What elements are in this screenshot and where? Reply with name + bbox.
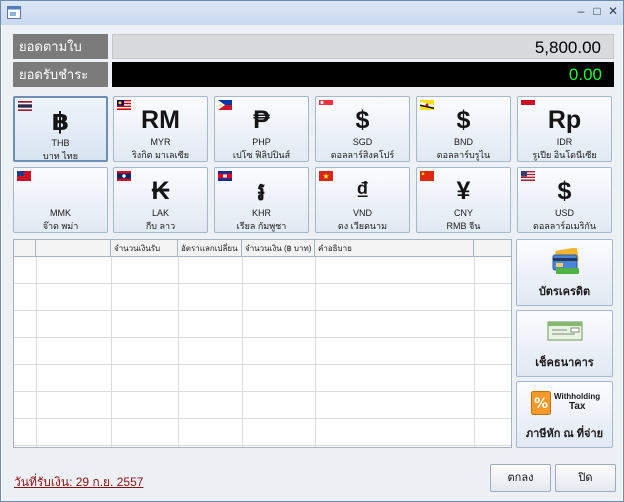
credit-card-icon [552, 248, 579, 274]
currency-code: USD [554, 208, 574, 218]
currency-code: MMK [50, 208, 71, 218]
currency-symbol: $ [456, 106, 471, 134]
currency-name: ดอลลาร์อเมริกัน [532, 221, 597, 231]
currency-vnd-button[interactable]: ₫ VND ดง เวียดนาม [315, 167, 410, 233]
currency-mmk-button[interactable]: MMK จ๊าด พม่า [13, 167, 108, 233]
currency-khr-button[interactable]: ៛ KHR เรียล กัมพูชา [214, 167, 309, 233]
withholding-tax-button[interactable]: % Withholding Tax ภาษีหัก ณ ที่จ่าย [516, 381, 613, 448]
currency-name: เรียล กัมพูชา [236, 221, 287, 231]
title-bar: – □ ✕ [1, 1, 623, 25]
grid-column-divider [315, 257, 316, 447]
currency-myr-button[interactable]: RM MYR ริงกิต มาเลเซีย [113, 96, 208, 162]
table-row[interactable] [14, 311, 511, 338]
currency-code: IDR [556, 137, 573, 147]
currency-sgd-button[interactable]: $ SGD ดอลลาร์สิงคโปร์ [315, 96, 410, 162]
grid-header-amount: จำนวนเงิน (฿ บาท) [242, 240, 315, 257]
amount-received-label: ยอดรับชำระ [13, 62, 108, 87]
currency-usd-button[interactable]: $ USD ดอลลาร์อเมริกัน [517, 167, 612, 233]
currency-code: LAK [151, 208, 169, 218]
grid-header-cell [474, 240, 511, 257]
withholding-icon-text: Withholding [554, 392, 601, 401]
currency-symbol: ₭ [151, 177, 170, 205]
currency-php-button[interactable]: ₱ PHP เปโซ ฟิลิปปินส์ [214, 96, 309, 162]
currency-name: ดอลลาร์สิงคโปร์ [330, 150, 395, 160]
currency-code: VND [352, 208, 372, 218]
currency-symbol: $ [355, 106, 370, 134]
grid-header-received: จำนวนเงินรับ [111, 240, 178, 257]
bank-cheque-button[interactable]: เช็คธนาคาร [516, 310, 613, 377]
withholding-icon-text: Tax [569, 401, 586, 412]
currency-name: บาท ไทย [43, 151, 78, 161]
currency-thb-button[interactable]: ฿ THB บาท ไทย [13, 96, 108, 162]
withholding-tax-label: ภาษีหัก ณ ที่จ่าย [525, 428, 604, 440]
currency-symbol: ¥ [456, 177, 471, 205]
ok-button[interactable]: ตกลง [490, 464, 551, 492]
currency-symbol: RM [141, 106, 180, 134]
currency-symbol: Rp [547, 106, 582, 134]
svg-text:%: % [534, 396, 548, 412]
currency-symbol: $ [557, 177, 572, 205]
currency-name: จ๊าด พม่า [42, 221, 79, 231]
currency-code: CNY [453, 208, 473, 218]
table-row[interactable] [14, 284, 511, 311]
bank-cheque-label: เช็คธนาคาร [535, 357, 594, 369]
app-icon [7, 6, 21, 19]
grid-column-divider [36, 257, 37, 447]
grid-header-cell [36, 240, 111, 257]
currency-lak-button[interactable]: ₭ LAK กีบ ลาว [113, 167, 208, 233]
currency-name: ริงกิต มาเลเซีย [131, 150, 190, 160]
currency-idr-button[interactable]: Rp IDR รูเปีย อินโดนีเซีย [517, 96, 612, 162]
receive-date-link[interactable]: วันที่รับเงิน: 29 ก.ย. 2557 [14, 473, 143, 492]
currency-name: กีบ ลาว [145, 221, 176, 231]
table-row[interactable] [14, 419, 511, 446]
currency-bnd-button[interactable]: $ BND ดอลลาร์บรูไน [416, 96, 511, 162]
grid-column-divider [111, 257, 112, 447]
currency-name: ดอลลาร์บรูไน [436, 150, 491, 160]
grid-column-divider [474, 257, 475, 447]
client-area: ยอดตามใบกำกับ 5,800.00 ยอดรับชำระ 0.00 ฿… [2, 25, 622, 501]
currency-symbol: ฿ [51, 108, 70, 136]
payment-window: – □ ✕ ยอดตามใบกำกับ 5,800.00 ยอดรับชำระ … [0, 0, 624, 502]
grid-header: จำนวนเงินรับ อัตราแลกเปลี่ยน จำนวนเงิน (… [14, 240, 511, 257]
amount-due-value: 5,800.00 [112, 34, 614, 59]
amount-due-label: ยอดตามใบกำกับ [13, 34, 108, 79]
table-row[interactable] [14, 392, 511, 419]
cheque-icon [547, 321, 583, 341]
amount-received-value: 0.00 [112, 62, 614, 87]
currency-code: THB [51, 138, 70, 148]
currency-code: PHP [252, 137, 271, 147]
currency-name: รูเปีย อินโดนีเซีย [532, 150, 597, 160]
currency-symbol: ₱ [253, 106, 270, 134]
grid-column-divider [242, 257, 243, 447]
credit-card-button[interactable]: บัตรเครดิต [516, 239, 613, 306]
mm-flag-icon [17, 171, 31, 181]
currency-code: BND [453, 137, 473, 147]
currency-code: KHR [251, 208, 271, 218]
close-button[interactable]: ✕ [603, 1, 623, 21]
currency-code: SGD [352, 137, 373, 147]
credit-card-label: บัตรเครดิต [538, 286, 591, 298]
currency-name: ดง เวียดนาม [337, 221, 388, 231]
percent-tax-icon: % [531, 391, 551, 415]
grid-column-divider [178, 257, 179, 447]
currency-cny-button[interactable]: ¥ CNY RMB จีน [416, 167, 511, 233]
grid-header-rate: อัตราแลกเปลี่ยน [178, 240, 242, 257]
currency-name: RMB จีน [446, 221, 481, 231]
payment-grid[interactable]: จำนวนเงินรับ อัตราแลกเปลี่ยน จำนวนเงิน (… [13, 239, 512, 448]
currency-name: เปโซ ฟิลิปปินส์ [232, 150, 291, 160]
table-row[interactable] [14, 365, 511, 392]
grid-header-cell [14, 240, 36, 257]
table-row[interactable] [14, 338, 511, 365]
grid-header-description: คำอธิบาย [315, 240, 474, 257]
currency-code: MYR [150, 137, 171, 147]
currency-symbol: ₫ [356, 177, 369, 205]
table-row[interactable] [14, 257, 511, 284]
cancel-button[interactable]: ปิด [555, 464, 616, 492]
